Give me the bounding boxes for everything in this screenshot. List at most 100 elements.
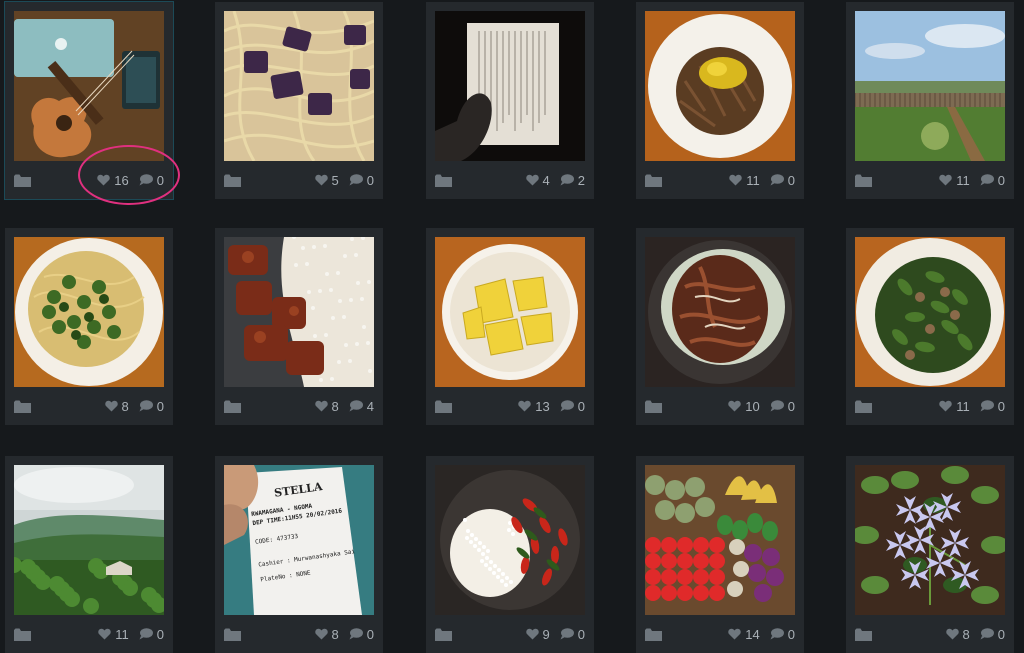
folder-icon[interactable] xyxy=(645,400,662,413)
comment-bubble-icon xyxy=(770,400,784,412)
photo-image xyxy=(435,465,585,615)
likes-stat[interactable]: 10 xyxy=(728,398,760,414)
likes-stat[interactable]: 11 xyxy=(98,627,129,642)
photo-card[interactable]: 8 0 xyxy=(5,228,173,425)
comments-stat[interactable]: 2 xyxy=(560,173,585,188)
photo-card[interactable]: 8 0 xyxy=(846,456,1014,653)
photo-thumbnail[interactable] xyxy=(14,465,164,615)
likes-stat[interactable]: 14 xyxy=(728,627,760,642)
photo-card[interactable]: 11 0 xyxy=(5,456,173,653)
photo-card[interactable]: 11 0 xyxy=(846,228,1014,425)
comments-count: 0 xyxy=(577,398,585,414)
comments-stat[interactable]: 0 xyxy=(560,399,585,414)
folder-icon[interactable] xyxy=(14,174,31,187)
likes-count: 10 xyxy=(745,398,760,414)
photo-meta-bar: 8 0 xyxy=(855,622,1005,646)
comments-stat[interactable]: 4 xyxy=(349,399,374,414)
comments-stat[interactable]: 0 xyxy=(770,627,795,642)
photo-image xyxy=(645,11,795,161)
likes-stat[interactable]: 9 xyxy=(525,627,550,642)
comments-stat[interactable]: 0 xyxy=(560,627,585,642)
comment-bubble-icon xyxy=(139,628,153,640)
likes-stat[interactable]: 11 xyxy=(939,399,970,414)
folder-icon[interactable] xyxy=(645,174,662,187)
photo-thumbnail[interactable]: STELLA RWAMAGANA - NGOMA DEP TIME:11H55 … xyxy=(224,465,374,615)
comment-bubble-icon xyxy=(560,174,574,186)
photo-thumbnail[interactable] xyxy=(435,465,585,615)
photo-image xyxy=(645,237,795,387)
likes-stat[interactable]: 4 xyxy=(525,173,550,188)
folder-icon[interactable] xyxy=(435,174,452,187)
folder-icon[interactable] xyxy=(224,174,241,187)
folder-icon[interactable] xyxy=(435,628,452,641)
comments-stat[interactable]: 0 xyxy=(349,627,374,642)
photo-card[interactable]: 14 0 xyxy=(636,456,804,653)
heart-icon xyxy=(945,628,959,640)
likes-stat[interactable]: 8 xyxy=(314,626,339,642)
comments-stat[interactable]: 0 xyxy=(770,173,795,188)
photo-thumbnail[interactable] xyxy=(855,237,1005,387)
photo-thumbnail[interactable] xyxy=(645,237,795,387)
photo-grid: 16 0 5 0 4 2 11 0 11 0 8 0 8 4 13 0 10 0… xyxy=(0,0,1024,653)
photo-thumbnail[interactable] xyxy=(435,11,585,161)
comments-count: 0 xyxy=(366,626,374,642)
comments-stat[interactable]: 0 xyxy=(139,627,164,642)
likes-stat[interactable]: 8 xyxy=(314,399,339,414)
folder-icon[interactable] xyxy=(855,400,872,413)
likes-stat[interactable]: 13 xyxy=(518,398,550,414)
folder-icon[interactable] xyxy=(224,400,241,413)
photo-card[interactable]: 4 2 xyxy=(426,2,594,199)
likes-stat[interactable]: 11 xyxy=(729,173,760,188)
comments-count: 0 xyxy=(787,172,795,188)
photo-meta-bar: 10 0 xyxy=(645,394,795,418)
folder-icon[interactable] xyxy=(224,628,241,641)
photo-card[interactable]: STELLA RWAMAGANA - NGOMA DEP TIME:11H55 … xyxy=(215,456,383,653)
photo-card[interactable]: 11 0 xyxy=(846,2,1014,199)
photo-card[interactable]: 11 0 xyxy=(636,2,804,199)
photo-thumbnail[interactable] xyxy=(14,237,164,387)
photo-thumbnail[interactable] xyxy=(435,237,585,387)
likes-stat[interactable]: 5 xyxy=(314,172,339,188)
likes-count: 13 xyxy=(535,398,550,414)
photo-thumbnail[interactable] xyxy=(14,11,164,161)
comments-stat[interactable]: 0 xyxy=(980,173,1005,188)
folder-icon[interactable] xyxy=(435,400,452,413)
likes-stat[interactable]: 8 xyxy=(945,626,970,642)
photo-meta-bar: 16 0 xyxy=(14,168,164,192)
comments-stat[interactable]: 0 xyxy=(349,173,374,188)
folder-icon[interactable] xyxy=(14,628,31,641)
photo-thumbnail[interactable] xyxy=(224,11,374,161)
likes-stat[interactable]: 16 xyxy=(97,173,129,188)
likes-count: 11 xyxy=(115,626,129,642)
photo-card[interactable]: 10 0 xyxy=(636,228,804,425)
comments-stat[interactable]: 0 xyxy=(980,399,1005,414)
photo-thumbnail[interactable] xyxy=(224,237,374,387)
photo-image xyxy=(855,11,1005,161)
folder-icon[interactable] xyxy=(855,174,872,187)
photo-thumbnail[interactable] xyxy=(645,465,795,615)
folder-icon[interactable] xyxy=(14,400,31,413)
heart-icon xyxy=(728,400,742,412)
photo-thumbnail[interactable] xyxy=(855,465,1005,615)
comments-stat[interactable]: 0 xyxy=(770,399,795,414)
likes-count: 8 xyxy=(962,626,970,642)
comments-stat[interactable]: 0 xyxy=(139,399,164,414)
photo-meta-bar: 9 0 xyxy=(435,622,585,646)
photo-meta-bar: 11 0 xyxy=(14,622,164,646)
likes-count: 8 xyxy=(331,626,339,642)
photo-thumbnail[interactable] xyxy=(855,11,1005,161)
comments-stat[interactable]: 0 xyxy=(980,627,1005,642)
photo-card[interactable]: 13 0 xyxy=(426,228,594,425)
comments-stat[interactable]: 0 xyxy=(139,173,164,188)
photo-card[interactable]: 8 4 xyxy=(215,228,383,425)
heart-icon xyxy=(104,400,118,412)
likes-count: 5 xyxy=(331,172,339,188)
folder-icon[interactable] xyxy=(645,628,662,641)
likes-stat[interactable]: 11 xyxy=(939,173,970,188)
photo-card[interactable]: 9 0 xyxy=(426,456,594,653)
photo-card[interactable]: 5 0 xyxy=(215,2,383,199)
likes-stat[interactable]: 8 xyxy=(104,399,129,414)
folder-icon[interactable] xyxy=(855,628,872,641)
photo-thumbnail[interactable] xyxy=(645,11,795,161)
photo-card[interactable]: 16 0 xyxy=(5,2,173,199)
